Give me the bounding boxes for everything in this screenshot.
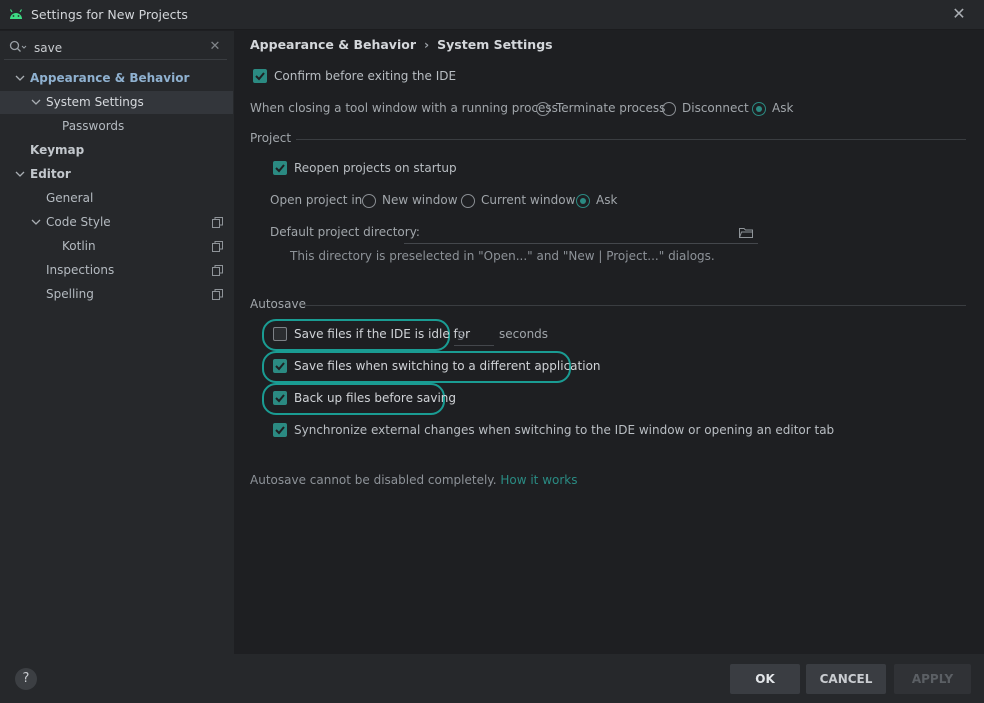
save-switch-checkbox[interactable] — [273, 359, 287, 373]
tree-item-system-settings[interactable]: System Settings — [0, 91, 233, 114]
autosave-note: Autosave cannot be disabled completely. … — [250, 473, 577, 487]
reopen-projects-checkbox[interactable] — [273, 161, 287, 175]
tree-item-label: Spelling — [46, 287, 94, 301]
current-window-radio[interactable] — [461, 194, 475, 208]
tree-item-kotlin[interactable]: Kotlin — [0, 235, 233, 258]
project-section-divider — [296, 139, 966, 140]
project-scope-icon — [212, 289, 223, 300]
breadcrumb-current: System Settings — [437, 37, 553, 52]
project-scope-icon — [212, 265, 223, 276]
how-it-works-link[interactable]: How it works — [500, 473, 577, 487]
open-ask-label: Ask — [596, 193, 618, 207]
ask-radio[interactable] — [752, 102, 766, 116]
ok-button[interactable]: OK — [730, 664, 800, 694]
tree-item-keymap[interactable]: Keymap — [0, 139, 233, 162]
autosave-section-divider — [305, 305, 966, 306]
chevron-down-icon[interactable] — [15, 73, 25, 83]
breadcrumb: Appearance & Behavior › System Settings — [250, 37, 553, 52]
chevron-down-icon[interactable] — [31, 217, 41, 227]
tree-item-passwords[interactable]: Passwords — [0, 115, 233, 138]
tree-item-spelling[interactable]: Spelling — [0, 283, 233, 306]
window-title: Settings for New Projects — [31, 7, 188, 22]
cancel-button[interactable]: CANCEL — [806, 664, 886, 694]
disconnect-label: Disconnect — [682, 101, 749, 115]
backup-checkbox[interactable] — [273, 391, 287, 405]
default-dir-hint: This directory is preselected in "Open..… — [290, 249, 715, 263]
confirm-exit-checkbox[interactable] — [253, 69, 267, 83]
save-switch-label: Save files when switching to a different… — [294, 359, 601, 373]
disconnect-radio[interactable] — [662, 102, 676, 116]
seconds-label: seconds — [499, 327, 549, 341]
confirm-exit-label: Confirm before exiting the IDE — [274, 69, 457, 83]
save-idle-checkbox[interactable] — [273, 327, 287, 341]
close-icon[interactable]: ✕ — [950, 5, 968, 23]
reopen-projects-label: Reopen projects on startup — [294, 161, 457, 175]
chevron-down-icon[interactable] — [31, 97, 41, 107]
terminate-process-label: Terminate process — [556, 101, 666, 115]
project-scope-icon — [212, 217, 223, 228]
backup-label: Back up files before saving — [294, 391, 457, 405]
autosave-note-text: Autosave cannot be disabled completely. — [250, 473, 497, 487]
sync-external-checkbox[interactable] — [273, 423, 287, 437]
current-window-label: Current window — [481, 193, 576, 207]
tree-item-general[interactable]: General — [0, 187, 233, 210]
closing-tool-window-label: When closing a tool window with a runnin… — [250, 101, 562, 115]
tree-item-code-style[interactable]: Code Style — [0, 211, 233, 234]
help-button[interactable]: ? — [15, 668, 37, 690]
tree-item-appearance-behavior[interactable]: Appearance & Behavior — [0, 67, 233, 90]
breadcrumb-parent[interactable]: Appearance & Behavior — [250, 37, 416, 52]
search-input[interactable] — [34, 39, 204, 57]
new-window-label: New window — [382, 193, 458, 207]
clear-search-icon[interactable]: ✕ — [208, 40, 222, 54]
tree-item-label: Keymap — [30, 143, 85, 157]
tree-item-label: Editor — [30, 167, 71, 181]
terminate-process-radio[interactable] — [536, 102, 550, 116]
ask-label: Ask — [772, 101, 794, 115]
open-project-in-label: Open project in — [270, 193, 363, 207]
default-dir-label: Default project directory: — [270, 225, 420, 239]
open-ask-radio[interactable] — [576, 194, 590, 208]
tree-item-label: System Settings — [46, 95, 144, 109]
project-section-title: Project — [250, 131, 292, 145]
tree-item-label: General — [46, 191, 94, 205]
save-idle-label: Save files if the IDE is idle for — [294, 327, 471, 341]
idle-seconds-input[interactable] — [454, 326, 494, 346]
tree-item-label: Code Style — [46, 215, 111, 229]
new-window-radio[interactable] — [362, 194, 376, 208]
tree-item-label: Kotlin — [62, 239, 96, 253]
breadcrumb-separator: › — [424, 37, 430, 52]
tree-item-editor[interactable]: Editor — [0, 163, 233, 186]
tree-item-label: Inspections — [46, 263, 115, 277]
tree-item-label: Appearance & Behavior — [30, 71, 190, 85]
search-icon[interactable] — [9, 40, 27, 54]
autosave-section-title: Autosave — [250, 297, 306, 311]
sync-external-label: Synchronize external changes when switch… — [294, 423, 835, 437]
default-dir-input[interactable] — [404, 224, 758, 244]
chevron-down-icon[interactable] — [15, 169, 25, 179]
project-scope-icon — [212, 241, 223, 252]
apply-button[interactable]: APPLY — [894, 664, 971, 694]
folder-icon[interactable] — [739, 227, 753, 238]
android-icon — [9, 9, 23, 19]
tree-item-label: Passwords — [62, 119, 125, 133]
tree-item-inspections[interactable]: Inspections — [0, 259, 233, 282]
